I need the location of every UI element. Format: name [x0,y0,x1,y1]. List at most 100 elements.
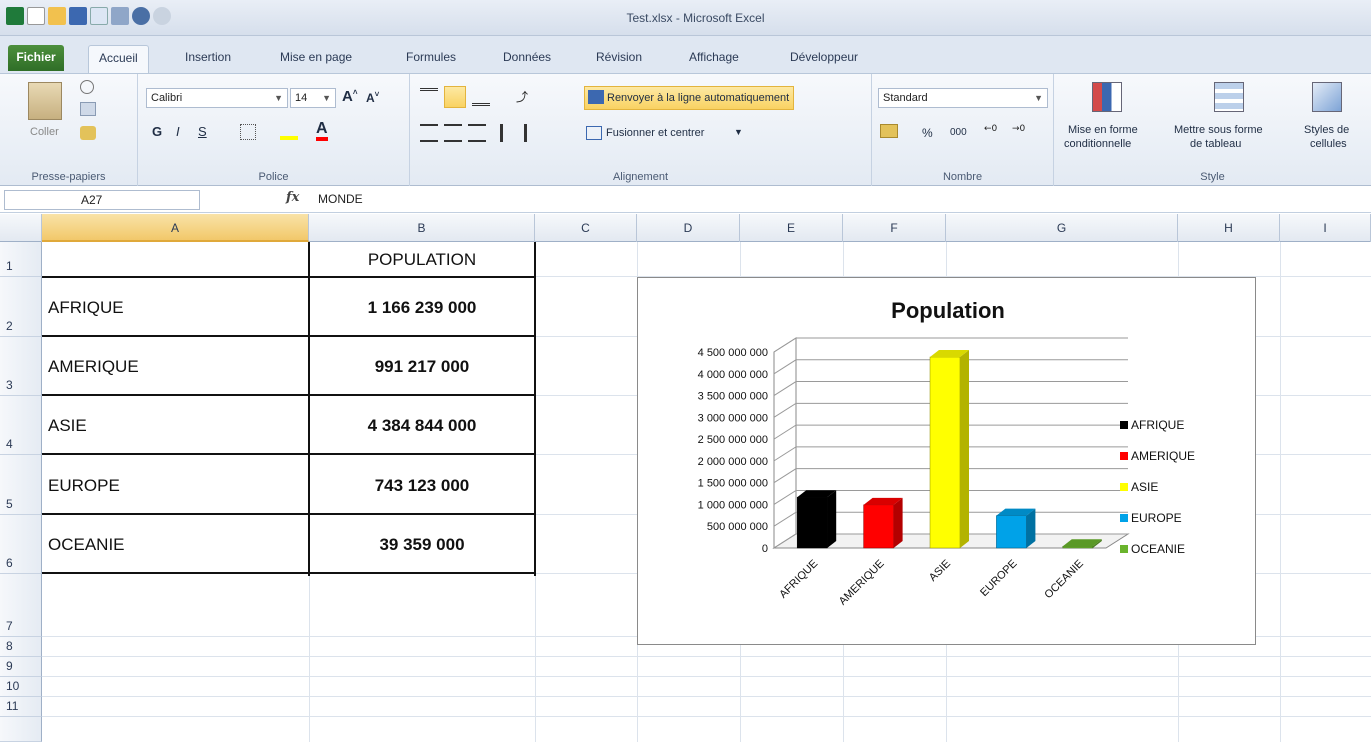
population-cell[interactable]: 743 123 000 [309,476,535,496]
name-box[interactable]: A27 [4,190,200,210]
column-header-b[interactable]: B [309,214,535,242]
x-category-label: EUROPE [978,558,1019,599]
wrap-text-button[interactable]: Renvoyer à la ligne automatiquement [584,86,795,110]
region-cell[interactable]: EUROPE [48,476,120,496]
font-name-select[interactable]: Calibri ▼ [146,88,288,108]
population-chart[interactable]: Population 0 500 000 000 1 000 000 000 1 500… [637,277,1256,645]
column-header-a[interactable]: A [42,214,309,242]
column-header-h[interactable]: H [1178,214,1280,242]
bold-button[interactable]: G [152,124,162,139]
thousands-button[interactable]: 000 [950,127,967,138]
align-middle-icon[interactable] [444,86,466,108]
clipboard-group-label: Presse-papiers [31,171,106,183]
window-title: Test.xlsx - Microsoft Excel [626,11,765,25]
row-header-12[interactable] [0,717,42,742]
region-cell[interactable]: AMERIQUE [48,357,139,377]
decrease-indent-icon[interactable] [500,124,518,142]
table-border [42,513,536,515]
row-number: 11 [6,699,19,713]
tab-donnees[interactable]: Données [493,45,561,71]
tab-accueil[interactable]: Accueil [88,45,149,73]
italic-button[interactable]: I [176,124,180,139]
population-cell[interactable]: 1 166 239 000 [309,298,535,318]
row-header-10[interactable]: 10 [0,677,42,697]
row-header-11[interactable]: 11 [0,697,42,717]
row-header-8[interactable]: 8 [0,637,42,657]
cell-styles-icon[interactable] [1312,82,1342,112]
align-top-icon[interactable] [420,88,438,106]
align-right-icon[interactable] [468,124,486,142]
increase-indent-icon[interactable] [524,124,542,142]
row-header-4[interactable]: 4 [0,396,42,455]
tab-affichage[interactable]: Affichage [679,45,749,71]
font-color-button[interactable]: A [316,120,328,141]
paste-icon[interactable] [28,82,62,120]
region-cell[interactable]: AFRIQUE [48,298,124,318]
conditional-format-label-1[interactable]: Mise en forme [1068,124,1138,136]
chevron-down-icon[interactable]: ▼ [734,127,743,137]
format-painter-icon[interactable] [80,126,96,140]
merge-center-button[interactable]: Fusionner et centrer [606,127,704,139]
underline-button[interactable]: S [198,124,207,139]
percent-button[interactable]: % [922,126,933,140]
cut-icon[interactable] [80,80,94,94]
tab-mise-en-page[interactable]: Mise en page [270,45,362,71]
row-header-1[interactable]: 1 [0,242,42,277]
chevron-down-icon: ▼ [274,93,283,103]
population-header-cell[interactable]: POPULATION [309,250,535,270]
tab-revision[interactable]: Révision [586,45,652,71]
font-group-label: Police [258,171,289,183]
merge-center-icon[interactable] [586,126,602,140]
column-header-f[interactable]: F [843,214,946,242]
currency-icon[interactable] [880,124,898,138]
cell-styles-label-2[interactable]: cellules [1310,138,1347,150]
population-cell[interactable]: 991 217 000 [309,357,535,377]
conditional-format-label-2[interactable]: conditionnelle [1064,138,1131,150]
format-as-table-label-1[interactable]: Mettre sous forme [1174,124,1263,136]
row-header-3[interactable]: 3 [0,337,42,396]
tab-fichier[interactable]: Fichier [8,45,64,71]
shrink-font-icon[interactable]: A˅ [366,90,379,105]
column-header-i[interactable]: I [1280,214,1371,242]
decrease-decimal-icon[interactable]: →0 [1012,124,1030,142]
paste-button[interactable]: Coller [30,126,59,138]
row-header-9[interactable]: 9 [0,657,42,677]
row-header-7[interactable]: 7 [0,574,42,637]
column-header-c[interactable]: C [535,214,637,242]
grow-font-icon[interactable]: A˄ [342,88,358,105]
increase-decimal-icon[interactable]: ←0 [984,124,1002,142]
column-header-e[interactable]: E [740,214,843,242]
borders-icon[interactable] [240,124,256,140]
copy-icon[interactable] [80,102,96,116]
insert-function-icon[interactable]: fx [286,190,299,205]
fill-color-icon[interactable] [280,122,298,140]
column-header-d[interactable]: D [637,214,740,242]
format-as-table-label-2[interactable]: de tableau [1190,138,1241,150]
table-border [308,242,310,576]
tab-insertion[interactable]: Insertion [175,45,241,71]
tab-formules[interactable]: Formules [396,45,466,71]
font-size-select[interactable]: 14 ▼ [290,88,336,108]
column-header-g[interactable]: G [946,214,1178,242]
conditional-format-icon[interactable] [1092,82,1122,112]
row-header-2[interactable]: 2 [0,277,42,337]
legend-label: AFRIQUE [1131,418,1184,432]
align-bottom-icon[interactable] [472,88,490,106]
formula-input[interactable]: MONDE [318,192,363,206]
population-cell[interactable]: 39 359 000 [309,535,535,555]
format-as-table-icon[interactable] [1214,82,1244,112]
tab-developpeur[interactable]: Développeur [780,45,868,71]
region-cell[interactable]: OCEANIE [48,535,125,555]
align-center-icon[interactable] [444,124,462,142]
row-header-6[interactable]: 6 [0,515,42,574]
region-cell[interactable]: ASIE [48,416,87,436]
select-all-corner[interactable] [0,214,42,242]
row-header-5[interactable]: 5 [0,455,42,515]
legend-swatch [1120,421,1128,429]
number-format-select[interactable]: Standard ▼ [878,88,1048,108]
population-cell[interactable]: 4 384 844 000 [309,416,535,436]
orientation-icon[interactable]: ⤴ [516,88,534,106]
align-left-icon[interactable] [420,124,438,142]
cell-styles-label-1[interactable]: Styles de [1304,124,1349,136]
chevron-down-icon: ▼ [1034,93,1043,103]
